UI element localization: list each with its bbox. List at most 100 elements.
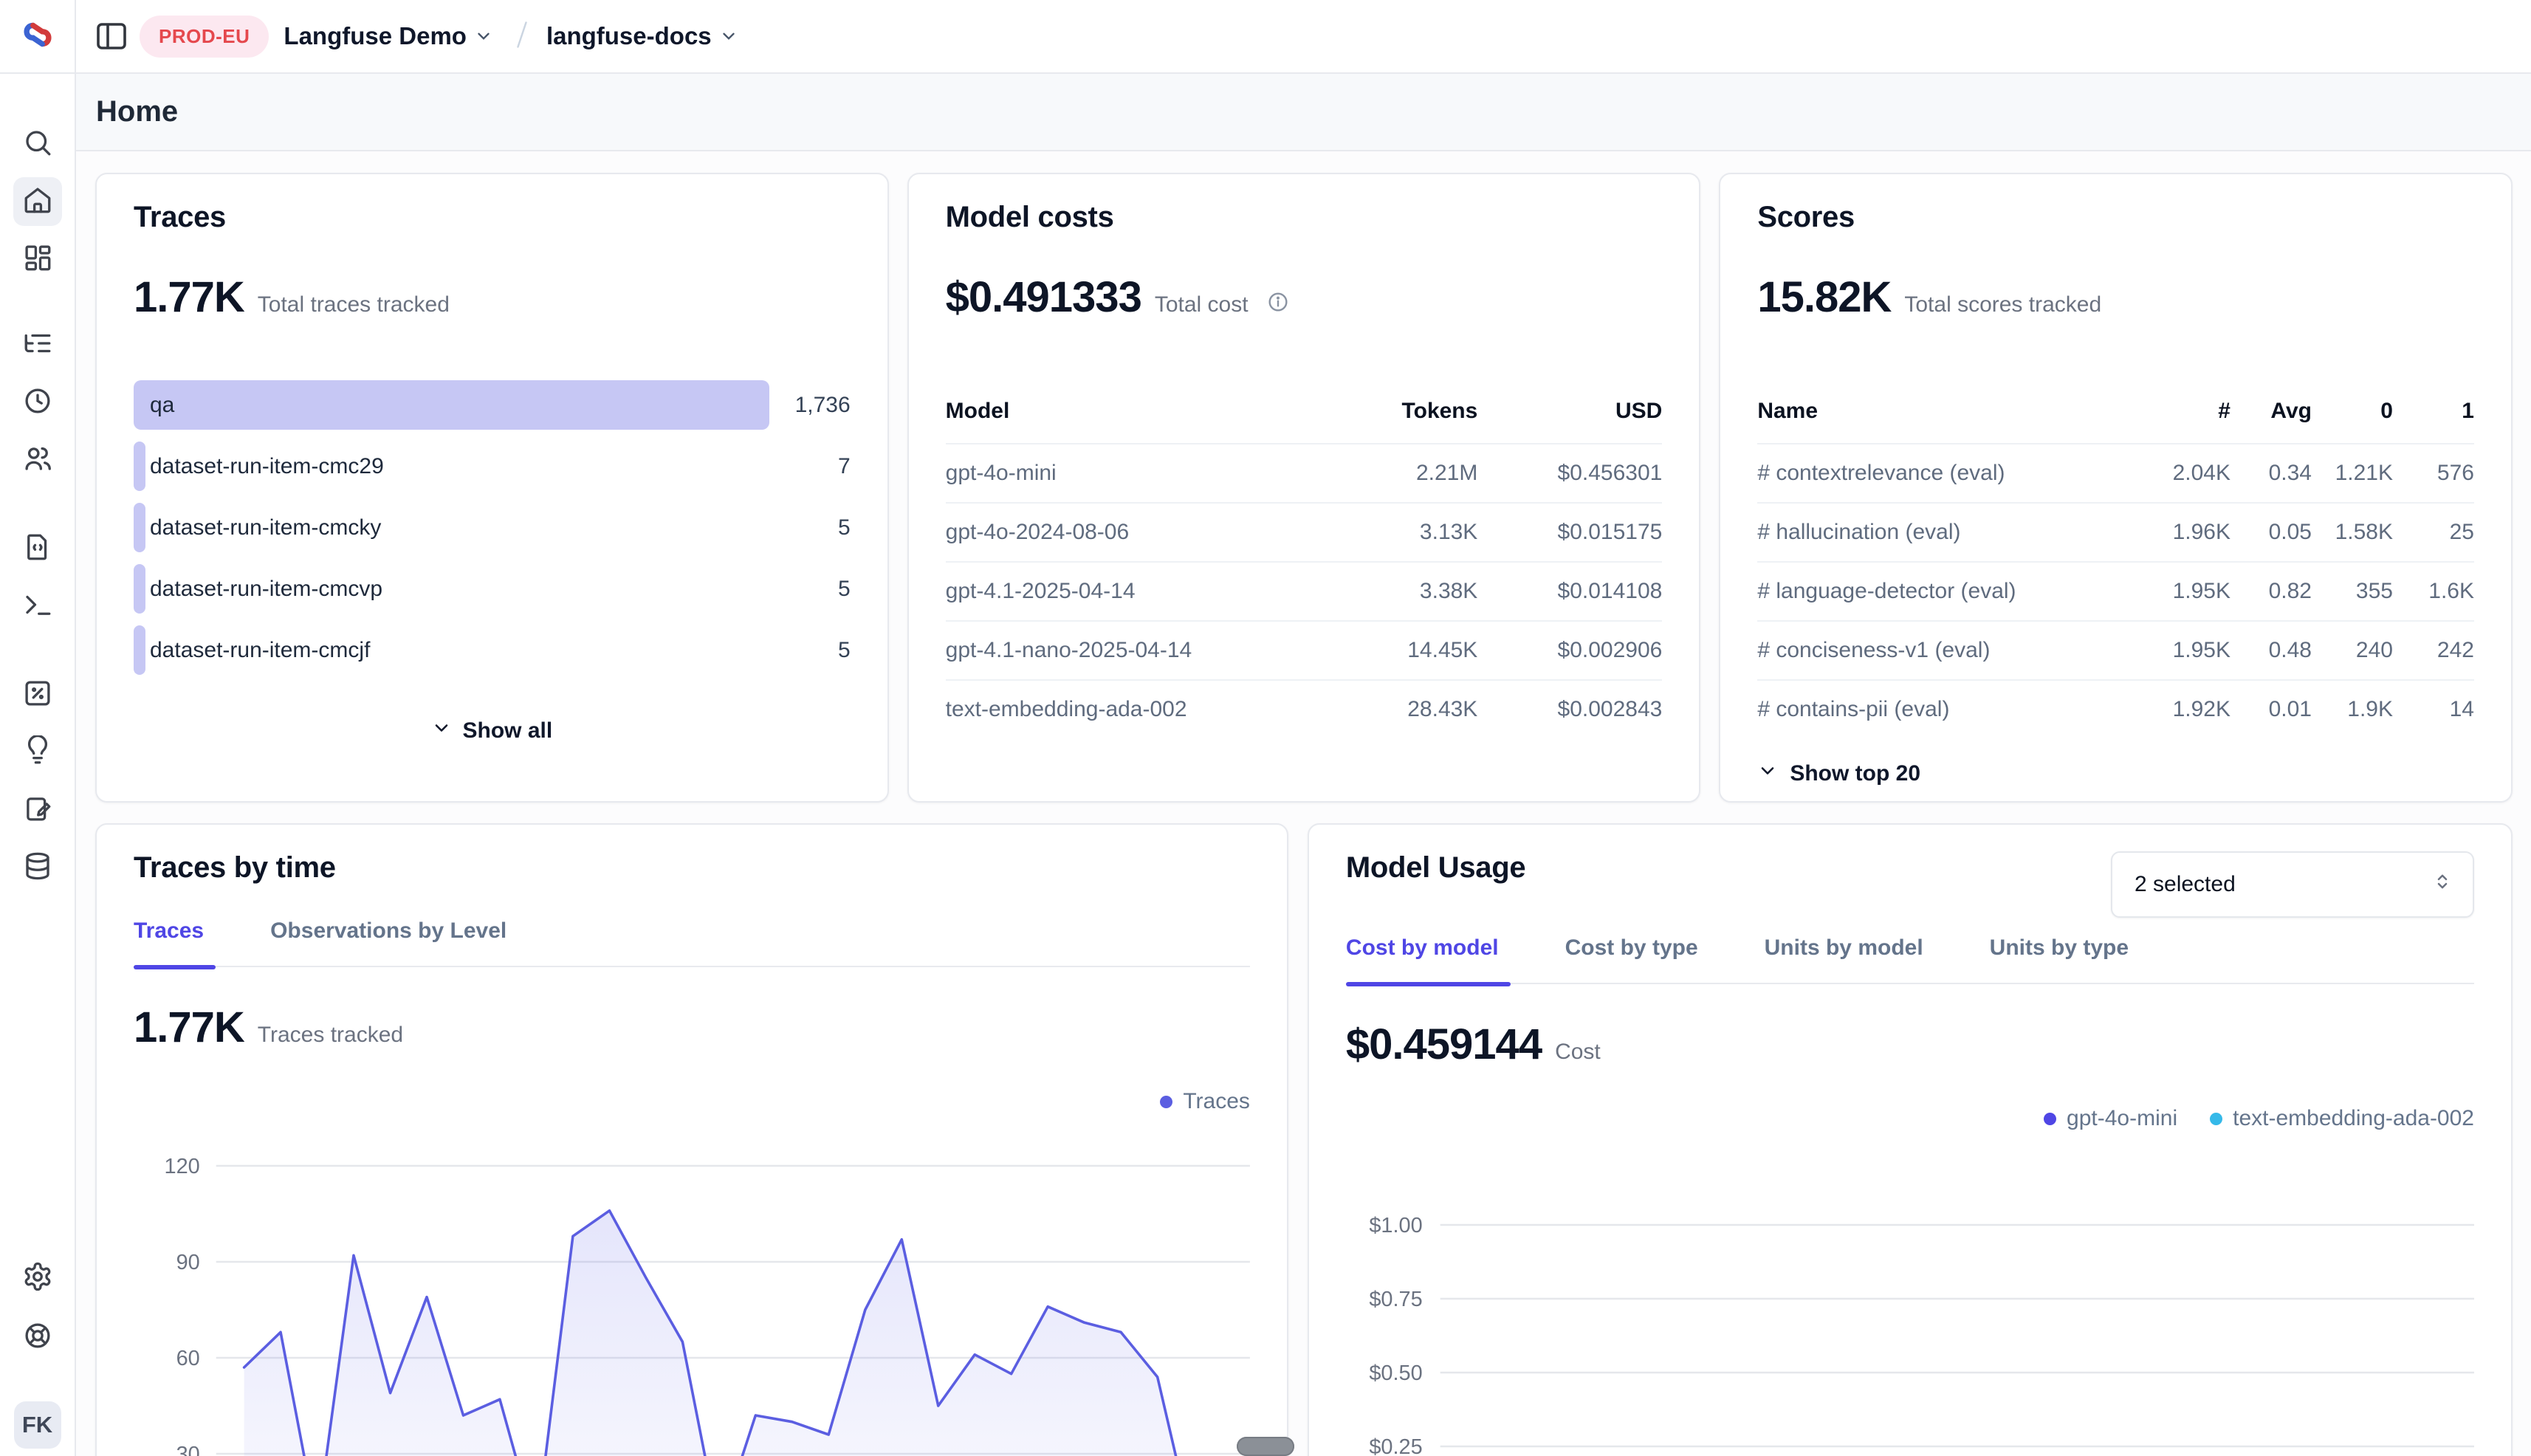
sidebar-item-insights[interactable]: [13, 728, 62, 777]
cell-count: 1.96K: [2149, 520, 2230, 545]
langfuse-logo-icon: [21, 18, 55, 55]
tab-cost-by-model[interactable]: Cost by model: [1346, 935, 1499, 961]
cell-model: gpt-4o-2024-08-06: [946, 520, 1316, 545]
chevron-down-icon: [431, 718, 452, 744]
model-costs-card: Model costs $0.491333 Total cost Model T…: [907, 173, 1701, 803]
sidebar-item-datasets[interactable]: [13, 843, 62, 892]
show-top-20-button[interactable]: Show top 20: [1757, 760, 2474, 787]
list-item: dataset-run-item-cmcjf 5: [134, 625, 851, 675]
cell-count: 1.92K: [2149, 697, 2230, 722]
table-row: text-embedding-ada-002 28.43K $0.002843: [946, 679, 1663, 738]
search-icon: [22, 127, 53, 162]
sidebar-item-home[interactable]: [13, 177, 62, 226]
sidebar-item-settings[interactable]: [13, 1254, 62, 1302]
model-usage-metric: $0.459144: [1346, 1020, 1542, 1069]
top-bar: PROD-EU Langfuse Demo langfuse-docs: [76, 0, 2531, 74]
show-all-button[interactable]: Show all: [134, 718, 851, 744]
sidebar-item-support[interactable]: [13, 1313, 62, 1361]
cell-name: # contextrelevance (eval): [1757, 461, 2149, 486]
cell-tokens: 28.43K: [1315, 697, 1477, 722]
sidebar-bottom: FK: [13, 1254, 62, 1449]
legend-item: gpt-4o-mini: [2044, 1106, 2177, 1131]
page-title: Home: [96, 95, 178, 128]
selector-value: 2 selected: [2135, 872, 2236, 897]
traces-chart: 120906030: [134, 1129, 1250, 1456]
info-icon[interactable]: [1266, 290, 1290, 317]
table-row: gpt-4.1-2025-04-14 3.38K $0.014108: [946, 561, 1663, 620]
sidebar-item-playground[interactable]: [13, 582, 62, 631]
sidebar-item-sessions[interactable]: [13, 378, 62, 427]
svg-text:60: 60: [176, 1347, 200, 1370]
cell-model: text-embedding-ada-002: [946, 697, 1316, 722]
cell-usd: $0.456301: [1477, 461, 1662, 486]
chart-legend: gpt-4o-mini text-embedding-ada-002: [1346, 1106, 2474, 1131]
legend-dot-icon: [1160, 1096, 1172, 1108]
cell-tokens: 3.38K: [1315, 579, 1477, 604]
chevron-down-icon: [719, 24, 738, 52]
model-costs-table: Model Tokens USD gpt-4o-mini 2.21M $0.45…: [946, 399, 1663, 738]
chart-cards-row: Traces by time Traces Observations by Le…: [95, 823, 2513, 1456]
sidebar: FK: [0, 74, 76, 1456]
sidebar-item-dashboards[interactable]: [13, 235, 62, 284]
tab-cost-by-type[interactable]: Cost by type: [1565, 935, 1698, 961]
gear-icon: [22, 1261, 53, 1296]
table-row: # hallucination (eval) 1.96K 0.05 1.58K …: [1757, 502, 2474, 561]
horizontal-scrollbar-thumb[interactable]: [1237, 1437, 1294, 1456]
clipboard-pen-icon: [22, 793, 53, 828]
tab-observations-by-level[interactable]: Observations by Level: [270, 918, 506, 944]
traces-metric: 1.77K: [134, 272, 244, 322]
legend-label: gpt-4o-mini: [2067, 1106, 2177, 1131]
page-header: Home: [76, 74, 2531, 151]
cell-zero: 240: [2312, 638, 2393, 663]
cell-zero: 1.9K: [2312, 697, 2393, 722]
tab-traces[interactable]: Traces: [134, 918, 204, 944]
tab-units-by-type[interactable]: Units by type: [1990, 935, 2129, 961]
cell-zero: 355: [2312, 579, 2393, 604]
user-avatar[interactable]: FK: [14, 1401, 61, 1449]
show-top-20-label: Show top 20: [1790, 761, 1920, 786]
cell-one: 14: [2393, 697, 2474, 722]
traces-by-time-card: Traces by time Traces Observations by Le…: [95, 823, 1288, 1456]
sidebar-item-tracing[interactable]: [13, 320, 62, 369]
table-header: Name # Avg 0 1: [1757, 399, 2474, 443]
traces-by-time-metric-label: Traces tracked: [258, 1023, 403, 1048]
table-row: # contains-pii (eval) 1.92K 0.01 1.9K 14: [1757, 679, 2474, 738]
sidebar-item-prompts[interactable]: [13, 524, 62, 573]
svg-text:$0.50: $0.50: [1369, 1361, 1422, 1385]
svg-text:90: 90: [176, 1251, 200, 1274]
sidebar-item-evaluators[interactable]: [13, 670, 62, 719]
model-selector-dropdown[interactable]: 2 selected: [2111, 851, 2474, 918]
card-title: Model costs: [946, 201, 1663, 234]
column-header-avg: Avg: [2230, 399, 2312, 424]
org-selector[interactable]: Langfuse Demo: [284, 21, 493, 52]
dashboard-icon: [22, 242, 53, 277]
legend-label: text-embedding-ada-002: [2233, 1106, 2474, 1131]
cell-count: 2.04K: [2149, 461, 2230, 486]
column-header-model: Model: [946, 399, 1316, 424]
sidebar-item-users[interactable]: [13, 436, 62, 484]
scores-table: Name # Avg 0 1 # contextrelevance (eval)…: [1757, 399, 2474, 738]
cell-name: # contains-pii (eval): [1757, 697, 2149, 722]
project-selector[interactable]: langfuse-docs: [546, 21, 738, 52]
traces-by-time-metric: 1.77K: [134, 1003, 244, 1052]
sidebar-item-search[interactable]: [13, 120, 62, 168]
table-header: Model Tokens USD: [946, 399, 1663, 443]
legend-dot-icon: [2044, 1113, 2056, 1125]
cell-one: 242: [2393, 638, 2474, 663]
sidebar-item-annotation[interactable]: [13, 786, 62, 834]
bar-value: 7: [838, 454, 851, 479]
card-title: Model Usage: [1346, 851, 1525, 885]
scores-metric: 15.82K: [1757, 272, 1891, 322]
tab-units-by-model[interactable]: Units by model: [1765, 935, 1923, 961]
table-row: gpt-4o-2024-08-06 3.13K $0.015175: [946, 502, 1663, 561]
bar: [134, 625, 145, 675]
list-item: dataset-run-item-cmcky 5: [134, 503, 851, 552]
model-usage-tabs: Cost by model Cost by type Units by mode…: [1346, 935, 2474, 984]
cell-one: 1.6K: [2393, 579, 2474, 604]
cell-tokens: 14.45K: [1315, 638, 1477, 663]
cell-usd: $0.002906: [1477, 638, 1662, 663]
card-title: Traces: [134, 201, 851, 234]
bar: [134, 564, 145, 614]
sidebar-toggle-button[interactable]: [94, 18, 129, 54]
bar-label: dataset-run-item-cmcjf: [150, 638, 370, 663]
